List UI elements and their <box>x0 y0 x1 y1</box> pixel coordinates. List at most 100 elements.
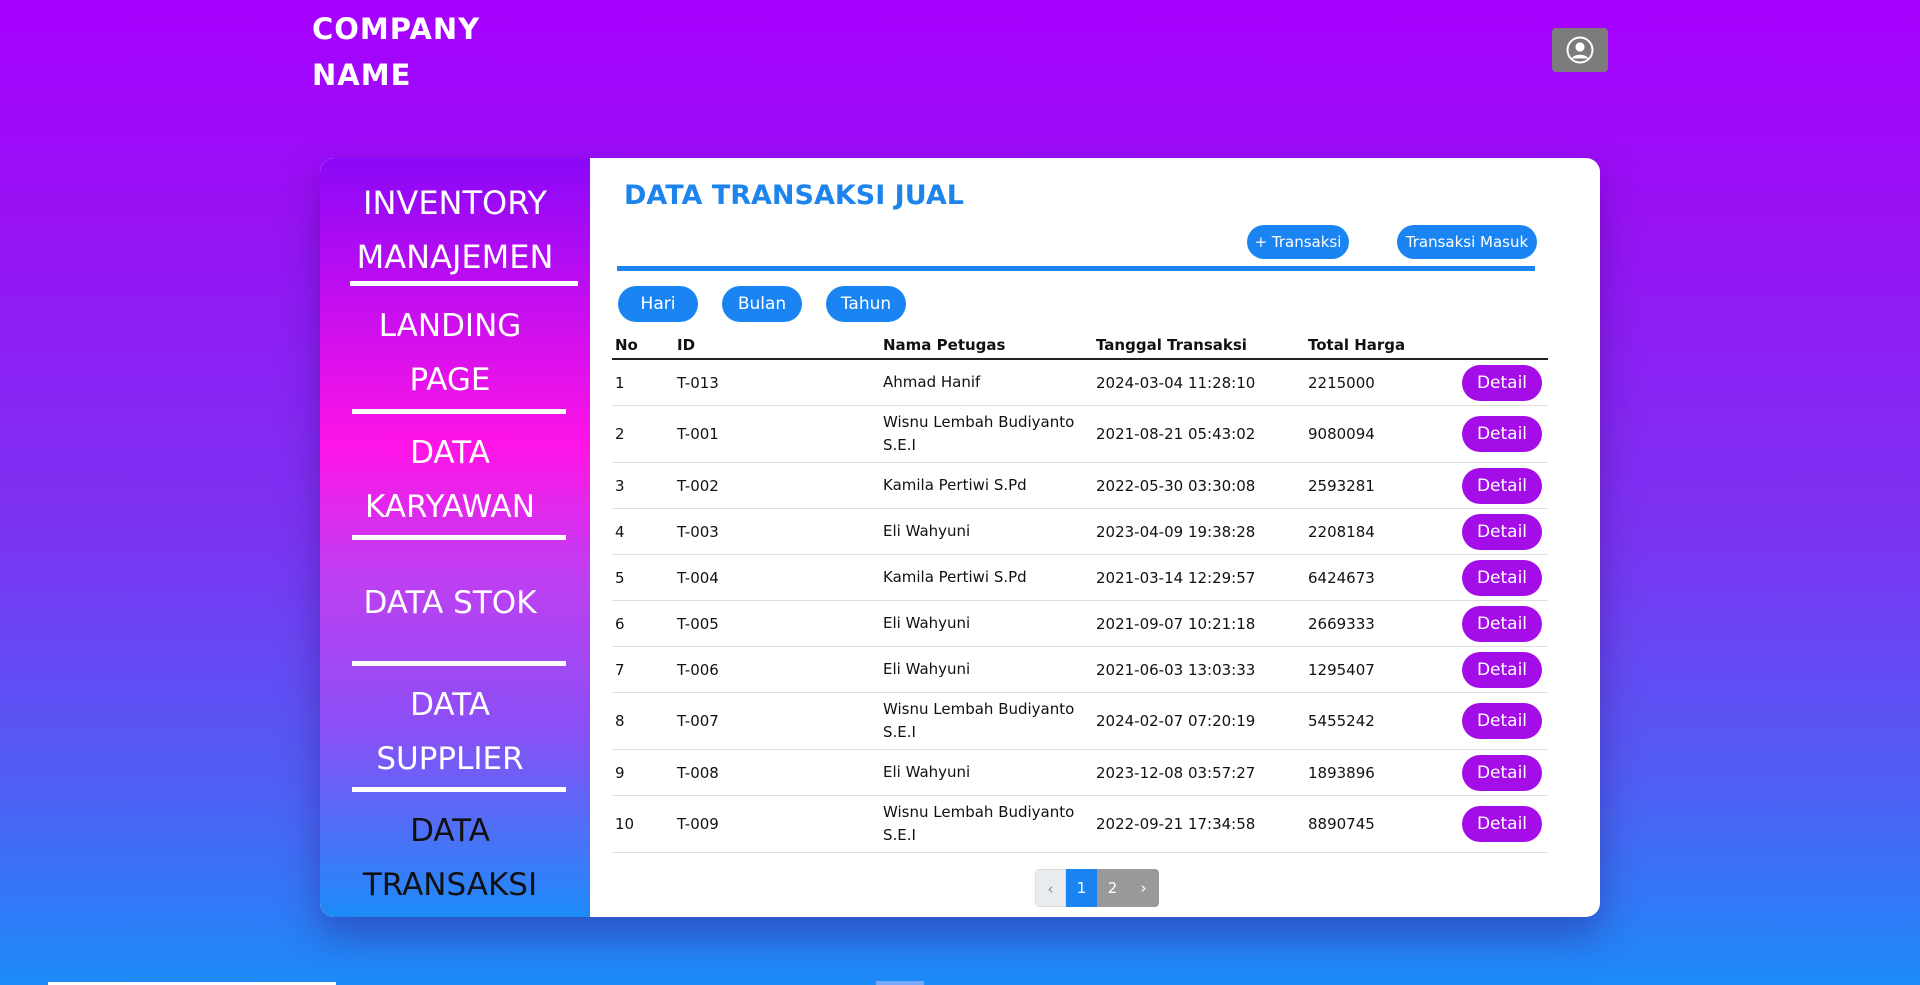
sidebar-item-label: DATA <box>410 813 490 849</box>
detail-button[interactable]: Detail <box>1462 416 1542 452</box>
table-row: 3 T-002 Kamila Pertiwi S.Pd 2022-05-30 03:3… <box>612 462 1548 509</box>
user-circle-icon <box>1566 36 1594 64</box>
sidebar-item-label: SUPPLIER <box>376 741 524 777</box>
detail-button[interactable]: Detail <box>1462 559 1542 596</box>
table-row: 10 T-009 Wisnu Lembah Budiyanto S.E.I 2022-0… <box>612 795 1548 853</box>
cell-id: T-006 <box>674 646 880 693</box>
pagination-next[interactable]: › <box>1128 869 1159 907</box>
column-header-action <box>1459 332 1548 360</box>
incoming-transaction-button[interactable]: Transaksi Masuk <box>1397 225 1537 259</box>
sidebar-item-data-stok[interactable]: DATA STOK <box>350 576 550 630</box>
detail-button[interactable]: Detail <box>1462 806 1542 842</box>
cell-tanggal: 2021-03-14 12:29:57 <box>1093 554 1305 601</box>
sidebar-item-data-karyawan[interactable]: DATA KARYAWAN <box>350 426 550 534</box>
cell-tanggal: 2021-09-07 10:21:18 <box>1093 600 1305 647</box>
cell-name-line1: Eli Wahyuni <box>883 614 971 632</box>
main-card: INVENTORY MANAJEMEN LANDING PAGE DATA KA… <box>320 158 1600 917</box>
cell-action: Detail <box>1459 554 1548 601</box>
cell-total-harga: 2669333 <box>1305 600 1459 647</box>
cell-action: Detail <box>1459 646 1548 693</box>
sidebar-item-label: DATA STOK <box>363 585 537 621</box>
cell-nama-petugas: Kamila Pertiwi S.Pd <box>880 554 1093 601</box>
cell-id: T-009 <box>674 795 880 853</box>
company-name: COMPANY NAME <box>312 6 480 98</box>
sidebar-item-label: LANDING <box>378 308 522 344</box>
title-underline <box>617 266 1535 271</box>
cell-nama-petugas: Eli Wahyuni <box>880 749 1093 796</box>
cell-total-harga: 5455242 <box>1305 692 1459 750</box>
detail-button[interactable]: Detail <box>1462 364 1542 401</box>
table-header-row: No ID Nama Petugas Tanggal Transaksi Tot… <box>612 332 1548 360</box>
table-row: 9 T-008 Eli Wahyuni 2023-12-08 03:57:27 1893… <box>612 749 1548 796</box>
cell-total-harga: 9080094 <box>1305 405 1459 463</box>
cell-nama-petugas: Eli Wahyuni <box>880 600 1093 647</box>
bottom-bar-secondary <box>876 981 924 985</box>
cell-action: Detail <box>1459 600 1548 647</box>
column-header-tanggal: Tanggal Transaksi <box>1093 332 1305 360</box>
cell-tanggal: 2022-09-21 17:34:58 <box>1093 795 1305 853</box>
cell-id: T-001 <box>674 405 880 463</box>
cell-no: 3 <box>612 462 674 509</box>
table-row: 8 T-007 Wisnu Lembah Budiyanto S.E.I 2024-02… <box>612 692 1548 750</box>
sidebar-brand-line2: MANAJEMEN <box>356 238 554 276</box>
cell-no: 6 <box>612 600 674 647</box>
table-row: 4 T-003 Eli Wahyuni 2023-04-09 19:38:28 2208… <box>612 508 1548 555</box>
sidebar-brand-line1: INVENTORY <box>363 184 547 222</box>
pagination-prev[interactable]: ‹ <box>1035 869 1066 907</box>
detail-button[interactable]: Detail <box>1462 513 1542 550</box>
cell-nama-petugas: Eli Wahyuni <box>880 508 1093 555</box>
cell-name-line1: Wisnu Lembah Budiyanto <box>883 803 1075 821</box>
detail-button[interactable]: Detail <box>1462 754 1542 791</box>
pagination-page-2[interactable]: 2 <box>1097 869 1128 907</box>
cell-id: T-004 <box>674 554 880 601</box>
detail-button[interactable]: Detail <box>1462 703 1542 739</box>
cell-tanggal: 2024-02-07 07:20:19 <box>1093 692 1305 750</box>
cell-action: Detail <box>1459 795 1548 853</box>
sidebar-item-label: DATA <box>410 435 490 471</box>
cell-nama-petugas: Wisnu Lembah Budiyanto S.E.I <box>880 405 1093 463</box>
cell-tanggal: 2021-08-21 05:43:02 <box>1093 405 1305 463</box>
filter-hari-button[interactable]: Hari <box>618 286 698 322</box>
content-area: DATA TRANSAKSI JUAL + Transaksi Transaks… <box>590 158 1600 917</box>
cell-name-line2: S.E.I <box>883 436 916 454</box>
cell-tanggal: 2021-06-03 13:03:33 <box>1093 646 1305 693</box>
cell-name-line1: Wisnu Lembah Budiyanto <box>883 700 1075 718</box>
cell-id: T-008 <box>674 749 880 796</box>
detail-button[interactable]: Detail <box>1462 467 1542 504</box>
cell-name-line1: Eli Wahyuni <box>883 522 971 540</box>
table-row: 7 T-006 Eli Wahyuni 2021-06-03 13:03:33 1295… <box>612 646 1548 693</box>
add-transaction-button[interactable]: + Transaksi <box>1247 225 1349 259</box>
detail-button[interactable]: Detail <box>1462 605 1542 642</box>
sidebar-item-data-supplier[interactable]: DATA SUPPLIER <box>350 678 550 786</box>
cell-name-line1: Kamila Pertiwi S.Pd <box>883 568 1027 586</box>
company-name-line2: NAME <box>312 58 412 92</box>
cell-total-harga: 2593281 <box>1305 462 1459 509</box>
table-row: 6 T-005 Eli Wahyuni 2021-09-07 10:21:18 2669… <box>612 600 1548 647</box>
cell-no: 9 <box>612 749 674 796</box>
cell-id: T-005 <box>674 600 880 647</box>
cell-name-line2: S.E.I <box>883 826 916 844</box>
filter-tahun-button[interactable]: Tahun <box>826 286 906 322</box>
cell-total-harga: 1893896 <box>1305 749 1459 796</box>
detail-button[interactable]: Detail <box>1462 651 1542 688</box>
company-name-line1: COMPANY <box>312 12 481 46</box>
cell-no: 10 <box>612 795 674 853</box>
sidebar-item-label: KARYAWAN <box>365 489 535 525</box>
cell-total-harga: 2208184 <box>1305 508 1459 555</box>
sidebar-item-data-transaksi[interactable]: DATA TRANSAKSI <box>350 804 550 912</box>
cell-tanggal: 2022-05-30 03:30:08 <box>1093 462 1305 509</box>
cell-name-line1: Ahmad Hanif <box>883 373 981 391</box>
cell-name-line1: Kamila Pertiwi S.Pd <box>883 476 1027 494</box>
sidebar-item-label: PAGE <box>409 362 491 398</box>
sidebar-item-landing-page[interactable]: LANDING PAGE <box>350 299 550 407</box>
cell-no: 4 <box>612 508 674 555</box>
pagination-page-1[interactable]: 1 <box>1066 869 1097 907</box>
cell-no: 8 <box>612 692 674 750</box>
cell-no: 2 <box>612 405 674 463</box>
profile-button[interactable] <box>1552 28 1608 72</box>
filter-bulan-button[interactable]: Bulan <box>722 286 802 322</box>
pagination: ‹ 1 2 › <box>1035 869 1159 907</box>
cell-tanggal: 2024-03-04 11:28:10 <box>1093 359 1305 406</box>
cell-nama-petugas: Wisnu Lembah Budiyanto S.E.I <box>880 795 1093 853</box>
cell-no: 7 <box>612 646 674 693</box>
